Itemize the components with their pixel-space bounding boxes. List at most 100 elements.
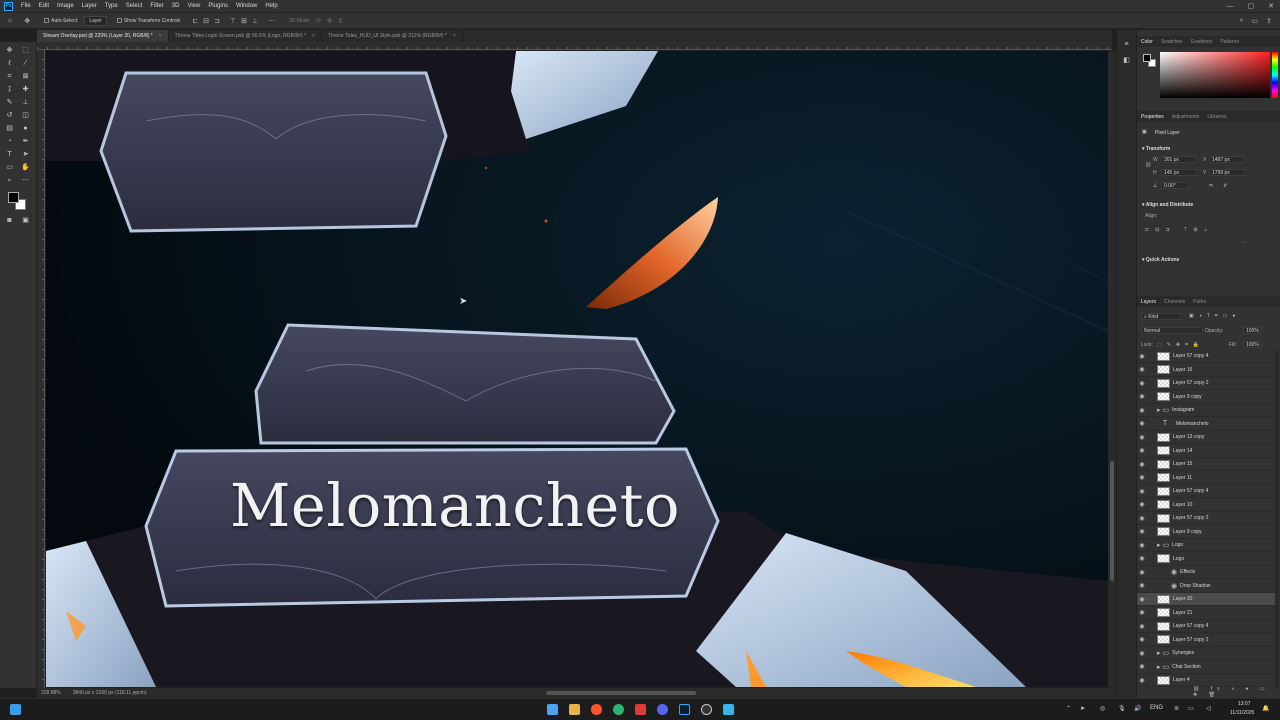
hue-slider[interactable]	[1272, 52, 1278, 98]
menu-view[interactable]: View	[183, 3, 204, 9]
document-info[interactable]: 3840 px x 2160 px (118.11 ppcm)	[73, 690, 147, 696]
share-icon[interactable]: ⇪	[1266, 17, 1272, 25]
width-field[interactable]: 301 px	[1161, 156, 1197, 163]
visibility-eye-icon[interactable]: ◉	[1137, 461, 1147, 468]
file-explorer-icon[interactable]	[569, 704, 580, 715]
layer-row[interactable]: ◉ ◉ Drop Shadow	[1137, 580, 1275, 593]
tray-battery-icon[interactable]: ▭	[1188, 705, 1194, 712]
layer-row[interactable]: ◉ Layer 57 copy 2	[1137, 634, 1275, 647]
color-picker-field[interactable]	[1160, 52, 1270, 98]
dodge-tool-icon[interactable]: ◔	[5, 137, 14, 146]
rectangle-tool-icon[interactable]: ▭	[5, 163, 14, 172]
3d-slide-icon[interactable]: ⇕	[337, 17, 343, 25]
layer-row[interactable]: ◉ ◉ Effects	[1137, 566, 1275, 579]
quick-actions-title[interactable]: ▾ Quick Actions	[1142, 257, 1179, 263]
opacity-field[interactable]: 100%	[1243, 327, 1261, 334]
tab-patterns[interactable]: Patterns	[1216, 39, 1243, 45]
visibility-eye-icon[interactable]: ◉	[1137, 366, 1147, 373]
visibility-eye-icon[interactable]: ◉	[1137, 515, 1147, 522]
menu-window[interactable]: Window	[232, 3, 261, 9]
more-align-icon[interactable]: ⋯	[1241, 240, 1246, 246]
align-top-icon[interactable]: ⊤	[230, 17, 236, 25]
flip-vertical-icon[interactable]: ⇵	[1223, 183, 1227, 189]
layer-row[interactable]: ◉ Layer 15	[1137, 458, 1275, 471]
layer-row[interactable]: ◉ ▸ ▭ Logo	[1137, 539, 1275, 552]
document-canvas[interactable]: Melomancheto ➤	[46, 51, 1108, 687]
zoom-tool-icon[interactable]: ⌕	[5, 176, 14, 185]
minimize-icon[interactable]: —	[1227, 3, 1234, 10]
menu-type[interactable]: Type	[101, 3, 122, 9]
align-section-title[interactable]: ▾ Align and Distribute	[1142, 202, 1193, 208]
visibility-eye-icon[interactable]: ◉	[1137, 650, 1147, 657]
app-icon[interactable]	[635, 704, 646, 715]
visibility-eye-icon[interactable]: ◉	[1137, 474, 1147, 481]
more-tools-icon[interactable]: ⋯	[21, 176, 30, 185]
visibility-eye-icon[interactable]: ◉	[1137, 393, 1147, 400]
layer-kind-filter[interactable]: ⌕ Kind	[1141, 313, 1181, 320]
layer-row[interactable]: ◉ T Melomanchelo	[1137, 418, 1275, 431]
tab-channels[interactable]: Channels	[1160, 299, 1189, 305]
history-brush-icon[interactable]: ↺	[5, 111, 14, 120]
menu-help[interactable]: Help	[261, 3, 281, 9]
layer-row[interactable]: ◉ Layer 9 copy	[1137, 526, 1275, 539]
tab-login-screen[interactable]: Throne Tides Login Screen.psb @ 56.6% (L…	[169, 30, 322, 42]
color-fg-swatch[interactable]	[1143, 54, 1151, 62]
y-field[interactable]: 1799 px	[1209, 169, 1245, 176]
visibility-eye-icon[interactable]: ◉	[1137, 434, 1147, 441]
link-dimensions-icon[interactable]: ⛓	[1145, 162, 1151, 168]
clone-stamp-icon[interactable]: ⊥	[21, 98, 30, 107]
home-icon[interactable]: ⌂	[8, 17, 12, 24]
visibility-eye-icon[interactable]: ◉	[1137, 407, 1147, 414]
auto-select-checkbox[interactable]: Auto-Select:	[44, 18, 78, 24]
tab-swatches[interactable]: Swatches	[1157, 39, 1187, 45]
clock-time[interactable]: 13:07	[1238, 701, 1251, 707]
menu-plugins[interactable]: Plugins	[204, 3, 232, 9]
comments-panel-icon[interactable]: ◧	[1122, 56, 1131, 65]
tray-chevron-icon[interactable]: ⌃	[1066, 705, 1071, 712]
3d-pan-icon[interactable]: ✥	[327, 17, 333, 25]
layer-row[interactable]: ◉ Layer 57 copy 2	[1137, 377, 1275, 390]
visibility-eye-icon[interactable]: ◉	[1137, 488, 1147, 495]
hand-tool-icon[interactable]: ✋	[21, 163, 30, 172]
layer-row[interactable]: ◉ Layer 57 copy 4	[1137, 620, 1275, 633]
pen-tool-icon[interactable]: ✒	[21, 137, 30, 146]
height-field[interactable]: 145 px	[1161, 169, 1197, 176]
layer-filter-icons[interactable]: ▣◑T⌗▭●	[1189, 313, 1240, 319]
flip-horizontal-icon[interactable]: ⇋	[1209, 183, 1213, 189]
layer-row[interactable]: ◉ Layer 16	[1137, 364, 1275, 377]
visibility-eye-icon[interactable]: ◉	[1137, 447, 1147, 454]
layer-select-dropdown[interactable]: Layer	[84, 15, 107, 26]
gradient-tool-icon[interactable]: ▤	[5, 124, 14, 133]
tray-volume-icon[interactable]: 🔊	[1134, 705, 1141, 712]
menu-filter[interactable]: Filter	[146, 3, 167, 9]
layer-row[interactable]: ◉ ▸ ▭ Synergies	[1137, 647, 1275, 660]
layer-row[interactable]: ◉ Layer 57 copy 4	[1137, 485, 1275, 498]
tab-close-icon[interactable]: ×	[312, 33, 315, 39]
discord-icon[interactable]	[657, 704, 668, 715]
scrollbar-thumb[interactable]	[1110, 461, 1114, 581]
chrome-icon[interactable]	[613, 704, 624, 715]
healing-brush-icon[interactable]: ✚	[21, 85, 30, 94]
align-right-icon[interactable]: ⊐	[214, 17, 220, 25]
visibility-eye-icon[interactable]: ◉	[1137, 582, 1147, 589]
frame-tool-icon[interactable]: ⊠	[21, 72, 30, 81]
angle-field[interactable]: 0.00°	[1161, 182, 1189, 189]
crop-tool-icon[interactable]: ⌗	[5, 72, 14, 81]
menu-layer[interactable]: Layer	[78, 3, 101, 9]
zoom-level[interactable]: 228.88%	[41, 690, 61, 696]
move-tool-icon[interactable]: ✥	[5, 46, 14, 55]
notifications-icon[interactable]: 🔔	[1262, 705, 1269, 712]
type-tool-icon[interactable]: T	[5, 150, 14, 159]
visibility-eye-icon[interactable]: ◉	[1137, 528, 1147, 535]
tab-gradients[interactable]: Gradients	[1187, 39, 1217, 45]
tray-speaker-icon[interactable]: ◁	[1206, 705, 1211, 712]
more-options-icon[interactable]: ⋯	[268, 17, 275, 25]
layer-row[interactable]: ◉ Layer 13 copy	[1137, 431, 1275, 444]
visibility-eye-icon[interactable]: ◉	[1137, 623, 1147, 630]
brush-tool-icon[interactable]: ✎	[5, 98, 14, 107]
fill-field[interactable]: 100%	[1243, 341, 1261, 348]
blend-mode-dropdown[interactable]: Normal	[1141, 327, 1203, 334]
tab-paths[interactable]: Paths	[1189, 299, 1210, 305]
menu-image[interactable]: Image	[53, 3, 78, 9]
tab-stream-overlay[interactable]: Stream Overlay.psd @ 229% (Layer 20, RGB…	[37, 30, 169, 42]
